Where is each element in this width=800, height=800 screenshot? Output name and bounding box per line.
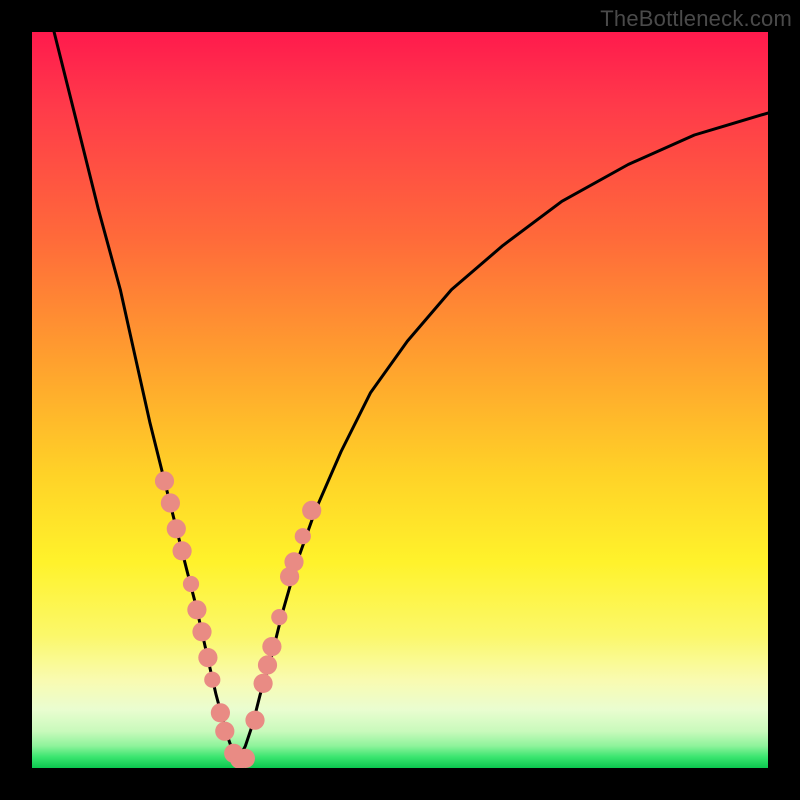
marker-dot — [271, 609, 287, 625]
marker-dot — [262, 637, 281, 656]
watermark-text: TheBottleneck.com — [600, 6, 792, 32]
marker-dot — [284, 552, 303, 571]
marker-dot — [245, 711, 264, 730]
marker-dot — [211, 703, 230, 722]
marker-dot — [167, 519, 186, 538]
marker-dot — [302, 501, 321, 520]
marker-dot — [187, 600, 206, 619]
curve-svg — [32, 32, 768, 768]
plot-area — [32, 32, 768, 768]
marker-dot — [258, 655, 277, 674]
marker-group — [155, 471, 321, 768]
marker-dot — [198, 648, 217, 667]
chart-frame: TheBottleneck.com — [0, 0, 800, 800]
curve-right-branch — [238, 113, 768, 761]
marker-dot — [155, 471, 174, 490]
marker-dot — [236, 749, 255, 768]
marker-dot — [161, 493, 180, 512]
marker-dot — [192, 622, 211, 641]
marker-dot — [254, 674, 273, 693]
marker-dot — [295, 528, 311, 544]
marker-dot — [204, 672, 220, 688]
curve-group — [54, 32, 768, 761]
marker-dot — [215, 722, 234, 741]
marker-dot — [173, 541, 192, 560]
marker-dot — [183, 576, 199, 592]
